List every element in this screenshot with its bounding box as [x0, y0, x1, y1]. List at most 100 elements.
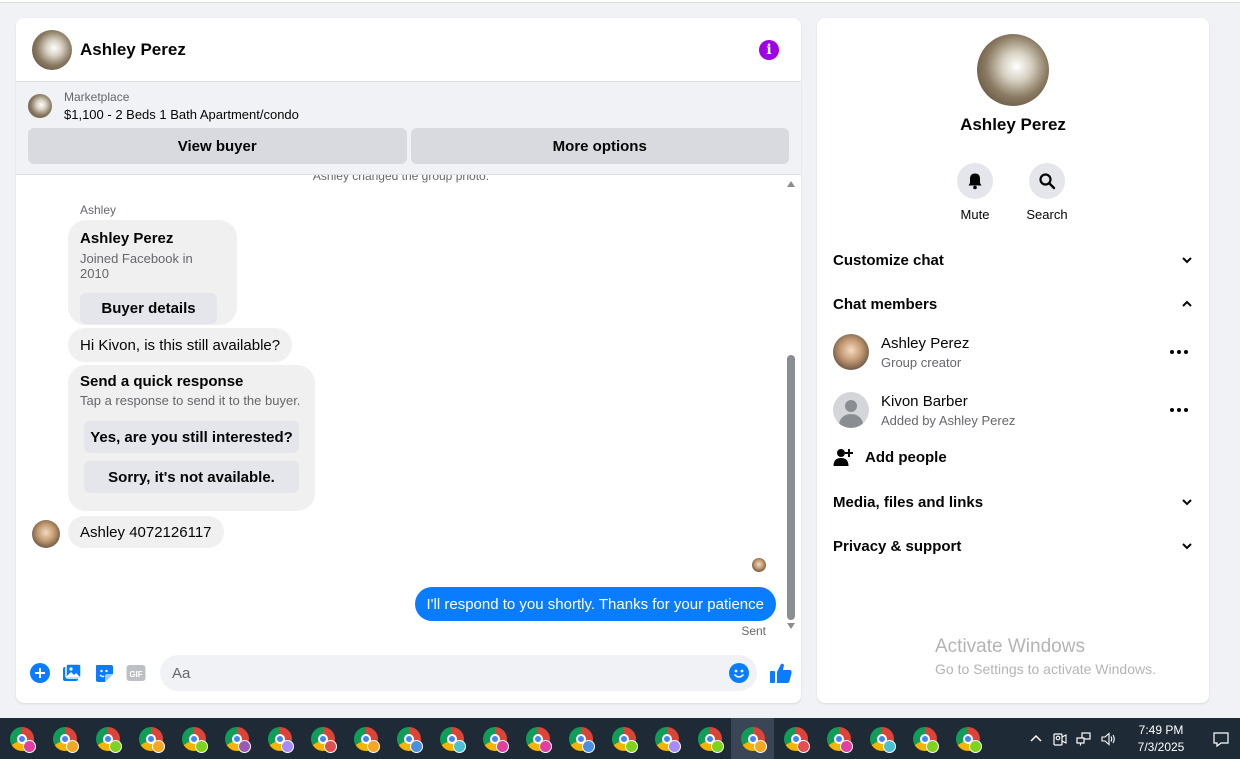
- chat-header: Ashley Perez i: [16, 18, 801, 82]
- chrome-taskbar-icon[interactable]: [903, 718, 946, 759]
- message-input[interactable]: [172, 664, 745, 682]
- info-icon[interactable]: i: [759, 39, 779, 60]
- media-files-links-section[interactable]: Media, files and links: [833, 487, 1193, 517]
- bell-icon[interactable]: [957, 163, 993, 199]
- customize-chat-section[interactable]: Customize chat: [833, 245, 1193, 275]
- svg-text:GIF: GIF: [129, 670, 142, 679]
- profile-badge-icon: [625, 740, 638, 753]
- more-options-button[interactable]: More options: [410, 128, 789, 164]
- chrome-taskbar-icon[interactable]: [0, 718, 43, 759]
- outgoing-message-bubble[interactable]: I'll respond to you shortly. Thanks for …: [414, 587, 776, 621]
- member-item[interactable]: Ashley Perez Group creator: [833, 332, 1193, 372]
- member-avatar[interactable]: [833, 392, 869, 428]
- chrome-taskbar-icon[interactable]: [172, 718, 215, 759]
- mute-button[interactable]: Mute: [945, 163, 1005, 222]
- listing-title[interactable]: $1,100 - 2 Beds 1 Bath Apartment/condo: [64, 107, 299, 122]
- volume-icon[interactable]: [1098, 729, 1118, 749]
- chevron-down-icon: [1182, 543, 1192, 550]
- profile-badge-icon: [23, 740, 36, 753]
- sender-avatar[interactable]: [32, 520, 60, 548]
- gif-icon[interactable]: GIF: [126, 663, 146, 683]
- profile-badge-icon: [840, 740, 853, 753]
- chrome-taskbar-icon[interactable]: [215, 718, 258, 759]
- chrome-taskbar-icon[interactable]: [688, 718, 731, 759]
- quick-response-card: Send a quick response Tap a response to …: [68, 365, 315, 511]
- quick-response-title: Send a quick response: [80, 373, 244, 390]
- chrome-taskbar-icon[interactable]: [817, 718, 860, 759]
- profile-badge-icon: [754, 740, 767, 753]
- chrome-taskbar-icon[interactable]: [43, 718, 86, 759]
- thumbs-up-icon[interactable]: [769, 661, 793, 685]
- profile-badge-icon: [109, 740, 122, 753]
- profile-badge-icon: [797, 740, 810, 753]
- seen-receipt-avatar: [752, 558, 766, 572]
- member-avatar[interactable]: [833, 334, 869, 370]
- chrome-taskbar-icon[interactable]: [387, 718, 430, 759]
- chat-members-section[interactable]: Chat members: [833, 289, 1193, 319]
- chrome-taskbar-icon[interactable]: [946, 718, 989, 759]
- more-options-icon[interactable]: [1167, 408, 1191, 412]
- message-bubble[interactable]: Hi Kivon, is this still available?: [68, 328, 293, 362]
- chat-avatar[interactable]: [32, 29, 72, 70]
- chat-title[interactable]: Ashley Perez: [80, 40, 186, 60]
- profile-name[interactable]: Ashley Perez: [817, 115, 1209, 135]
- privacy-support-section[interactable]: Privacy & support: [833, 531, 1193, 561]
- chrome-taskbar-icon[interactable]: [129, 718, 172, 759]
- profile-badge-icon: [324, 740, 337, 753]
- network-icon[interactable]: [1074, 729, 1094, 749]
- profile-badge-icon: [238, 740, 251, 753]
- sticker-icon[interactable]: [94, 663, 114, 683]
- chat-panel: Ashley Perez i Marketplace $1,100 - 2 Be…: [16, 18, 801, 703]
- message-input-box[interactable]: [160, 655, 757, 691]
- message-scrollbar[interactable]: [785, 175, 797, 635]
- message-composer: GIF: [16, 643, 801, 703]
- scroll-up-arrow-icon[interactable]: [787, 181, 795, 187]
- customize-chat-label: Customize chat: [833, 251, 944, 269]
- watermark-subtitle: Go to Settings to activate Windows.: [935, 661, 1156, 677]
- search-icon[interactable]: [1029, 163, 1065, 199]
- emoji-icon[interactable]: [729, 663, 749, 683]
- chrome-taskbar-icon[interactable]: [731, 718, 774, 759]
- chrome-taskbar-icon[interactable]: [301, 718, 344, 759]
- notification-icon[interactable]: [1202, 718, 1240, 759]
- taskbar-clock[interactable]: 7:49 PM 7/3/2025: [1126, 722, 1196, 756]
- quick-response-yes-button[interactable]: Yes, are you still interested?: [84, 421, 299, 453]
- profile-badge-icon: [367, 740, 380, 753]
- quick-response-no-button[interactable]: Sorry, it's not available.: [84, 461, 299, 493]
- buyer-details-button[interactable]: Buyer details: [80, 293, 217, 324]
- add-people-button[interactable]: Add people: [833, 445, 947, 469]
- view-buyer-button[interactable]: View buyer: [28, 128, 407, 164]
- sender-name: Ashley: [80, 203, 117, 217]
- chrome-taskbar-icon[interactable]: [559, 718, 602, 759]
- sent-status: Sent: [741, 624, 766, 635]
- chevron-up-icon: [1182, 300, 1192, 307]
- media-files-links-label: Media, files and links: [833, 493, 984, 511]
- scrollbar-thumb[interactable]: [787, 355, 795, 620]
- profile-avatar[interactable]: [977, 34, 1049, 106]
- meet-now-icon[interactable]: [1050, 729, 1070, 749]
- photo-icon[interactable]: [62, 663, 82, 683]
- chrome-taskbar-icon[interactable]: [860, 718, 903, 759]
- chrome-taskbar-icon[interactable]: [774, 718, 817, 759]
- chevron-up-icon[interactable]: [1026, 729, 1046, 749]
- chrome-taskbar-icon[interactable]: [258, 718, 301, 759]
- search-button[interactable]: Search: [1017, 163, 1077, 222]
- message-bubble[interactable]: Ashley 4072126117: [68, 516, 224, 548]
- chrome-taskbar-icon[interactable]: [430, 718, 473, 759]
- clock-time: 7:49 PM: [1138, 722, 1184, 737]
- chrome-taskbar-icon[interactable]: [602, 718, 645, 759]
- chrome-taskbar-icon[interactable]: [473, 718, 516, 759]
- system-message: Ashley changed the group photo.: [312, 175, 490, 183]
- chrome-taskbar-icon[interactable]: [516, 718, 559, 759]
- profile-badge-icon: [496, 740, 509, 753]
- plus-icon[interactable]: [30, 663, 50, 683]
- chrome-taskbar-icon[interactable]: [344, 718, 387, 759]
- more-options-icon[interactable]: [1167, 350, 1191, 354]
- card-subtitle: Joined Facebook in 2010: [80, 251, 193, 281]
- quick-response-subtitle: Tap a response to send it to the buyer.: [80, 393, 301, 408]
- scroll-down-arrow-icon[interactable]: [787, 623, 795, 629]
- chrome-taskbar-icon[interactable]: [645, 718, 688, 759]
- chrome-taskbar-icon[interactable]: [86, 718, 129, 759]
- profile-badge-icon: [195, 740, 208, 753]
- member-item[interactable]: Kivon Barber Added by Ashley Perez: [833, 390, 1193, 430]
